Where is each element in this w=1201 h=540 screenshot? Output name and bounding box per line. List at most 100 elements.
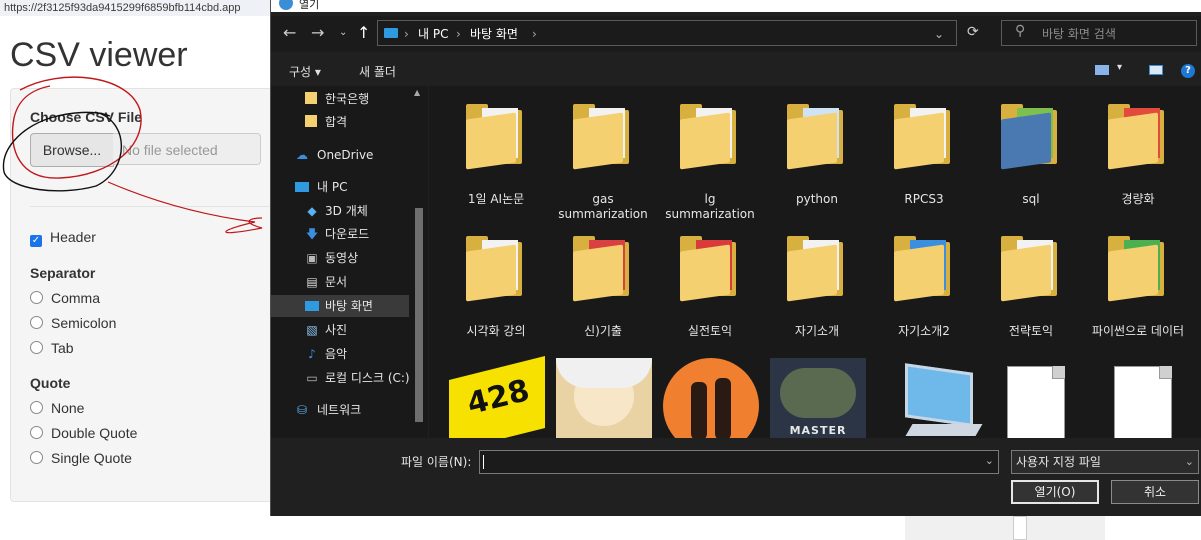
dialog-app-icon xyxy=(279,0,293,10)
sidebar-item-label: 문서 xyxy=(325,275,348,289)
radio-none[interactable]: None xyxy=(30,400,84,416)
sidebar-item-documents[interactable]: ▤ 문서 xyxy=(271,271,409,293)
browser-url-bar[interactable]: https://2f3125f93da9415299f6859bfb114cbd… xyxy=(0,0,304,16)
folder-item[interactable]: python xyxy=(765,104,869,207)
cancel-button[interactable]: 취소 xyxy=(1111,480,1199,504)
folder-item[interactable]: 전략토익 xyxy=(979,236,1083,339)
open-button[interactable]: 열기(O) xyxy=(1011,480,1099,504)
folder-icon xyxy=(894,236,952,302)
chevron-down-icon[interactable]: ⌄ xyxy=(985,454,994,467)
chevron-down-icon[interactable]: ⌄ xyxy=(934,21,944,47)
navigation-pane: 한국은행 합격 ☁ OneDrive 내 PC ◆ 3D 개체 🡇 다운로드 ▣ 동영상… xyxy=(271,86,411,438)
breadcrumb-item[interactable]: 바탕 화면 xyxy=(470,21,518,47)
folder-item[interactable]: 시각화 강의 xyxy=(444,236,548,339)
help-icon[interactable]: ? xyxy=(1181,64,1195,78)
new-folder-button[interactable]: 새 폴더 xyxy=(359,63,396,80)
folder-icon xyxy=(1001,104,1059,170)
radio-label: None xyxy=(51,400,85,416)
folder-item[interactable]: 자기소개 xyxy=(765,236,869,339)
search-input[interactable]: 바탕 화면 검색 xyxy=(1001,20,1197,46)
folder-icon xyxy=(680,104,738,170)
back-arrow-icon[interactable]: ← xyxy=(283,23,296,42)
file-list: 1일 AI논문 gas summarization lg summarizati… xyxy=(429,86,1201,438)
sidebar-item-label: OneDrive xyxy=(317,148,374,162)
sidebar-item-3d[interactable]: ◆ 3D 개체 xyxy=(271,200,409,222)
sidebar-item-label: 로컬 디스크 (C:) xyxy=(325,371,410,385)
radio-semicolon[interactable]: Semicolon xyxy=(30,315,116,331)
video-icon: ▣ xyxy=(306,251,318,265)
folder-label: 실전토익 xyxy=(687,324,733,338)
organize-button[interactable]: 구성 ▾ xyxy=(289,63,321,80)
sidebar-item-desktop[interactable]: 바탕 화면 xyxy=(271,295,409,317)
radio-label: Comma xyxy=(51,290,101,306)
quote-title: Quote xyxy=(30,375,71,391)
text-cursor xyxy=(483,455,484,469)
sidebar-item-label: 3D 개체 xyxy=(325,204,368,218)
sidebar-item-label: 다운로드 xyxy=(325,227,370,241)
sidebar-item-onedrive[interactable]: ☁ OneDrive xyxy=(271,144,409,166)
page-title: CSV viewer xyxy=(10,36,188,74)
folder-item[interactable]: 실전토익 xyxy=(658,236,762,339)
file-icon[interactable] xyxy=(1007,366,1065,438)
sidebar-item-label: 사진 xyxy=(325,323,348,337)
folder-item[interactable]: 경량화 xyxy=(1086,104,1190,207)
radio-comma[interactable]: Comma xyxy=(30,290,100,306)
chevron-down-icon[interactable]: ▾ xyxy=(1117,62,1122,73)
folder-icon xyxy=(573,104,631,170)
pc-icon[interactable] xyxy=(899,363,995,438)
sidebar-item-downloads[interactable]: 🡇 다운로드 xyxy=(271,223,409,245)
radio-tab[interactable]: Tab xyxy=(30,340,74,356)
chevron-right-icon: › xyxy=(404,27,409,41)
header-checkbox[interactable]: ✓ Header xyxy=(30,229,96,247)
folder-icon xyxy=(305,115,317,127)
filetype-select[interactable]: 사용자 지정 파일 ⌄ xyxy=(1011,450,1199,474)
up-arrow-icon[interactable]: ↑ xyxy=(357,23,370,42)
folder-label: 파이썬으로 데이터 xyxy=(1091,324,1185,338)
refresh-icon[interactable]: ⟳ xyxy=(967,24,979,40)
sidebar-item-label: 한국은행 xyxy=(325,92,370,106)
forward-arrow-icon[interactable]: → xyxy=(311,23,324,42)
sidebar-item-network[interactable]: ⛁ 네트워크 xyxy=(271,399,409,421)
sidebar-item-내pc[interactable]: 내 PC xyxy=(271,176,409,198)
download-icon: 🡇 xyxy=(305,227,319,241)
recent-chevron-icon[interactable]: ⌄ xyxy=(339,27,347,38)
folder-item[interactable]: 자기소개2 xyxy=(872,236,976,339)
image-thumbnail[interactable]: MASTER DUEL xyxy=(770,358,866,438)
preview-pane-icon[interactable] xyxy=(1149,65,1163,75)
radio-double-quote[interactable]: Double Quote xyxy=(30,425,137,441)
folder-item[interactable]: 파이썬으로 데이터 xyxy=(1086,236,1190,339)
sidebar-item-한국은행[interactable]: 한국은행 xyxy=(271,88,409,110)
folder-item[interactable]: lg summarization xyxy=(658,104,762,222)
image-thumbnail[interactable] xyxy=(556,358,652,438)
image-thumbnail[interactable] xyxy=(663,358,759,438)
address-bar[interactable]: › 내 PC › 바탕 화면 › ⌄ xyxy=(377,20,957,46)
background-window-strip xyxy=(905,516,1201,540)
sidebar-scroll-thumb[interactable] xyxy=(415,208,423,422)
folder-item[interactable]: sql xyxy=(979,104,1083,207)
browse-button[interactable]: Browse... xyxy=(30,133,114,167)
sidebar-item-합격[interactable]: 합격 xyxy=(271,111,409,133)
folder-label: 시각화 강의 xyxy=(466,324,526,338)
radio-label: Tab xyxy=(51,340,74,356)
cloud-icon: ☁ xyxy=(296,148,308,162)
image-thumbnail[interactable]: 428 xyxy=(449,356,545,438)
folder-item[interactable]: gas summarization xyxy=(551,104,655,222)
folder-label: RPCS3 xyxy=(904,192,944,206)
folder-item[interactable]: 1일 AI논문 xyxy=(444,104,548,207)
scroll-up-icon[interactable]: ▲ xyxy=(414,88,420,97)
breadcrumb-item[interactable]: 내 PC xyxy=(418,21,448,47)
radio-single-quote[interactable]: Single Quote xyxy=(30,450,132,466)
sidebar-item-music[interactable]: ♪ 음악 xyxy=(271,343,409,365)
folder-item[interactable]: RPCS3 xyxy=(872,104,976,207)
sidebar-item-label: 음악 xyxy=(325,347,348,361)
file-icon[interactable] xyxy=(1114,366,1172,438)
sidebar-item-videos[interactable]: ▣ 동영상 xyxy=(271,247,409,269)
view-options-icon[interactable] xyxy=(1095,65,1109,75)
folder-item[interactable]: 신)기출 xyxy=(551,236,655,339)
sidebar-item-local-disk[interactable]: ▭ 로컬 디스크 (C:) xyxy=(271,367,409,389)
filename-input[interactable]: ⌄ xyxy=(479,450,999,474)
folder-icon xyxy=(894,104,952,170)
sidebar-item-pictures[interactable]: ▧ 사진 xyxy=(271,319,409,341)
filename-label: 파일 이름(N): xyxy=(401,455,472,469)
folder-label: 1일 AI논문 xyxy=(467,192,525,206)
